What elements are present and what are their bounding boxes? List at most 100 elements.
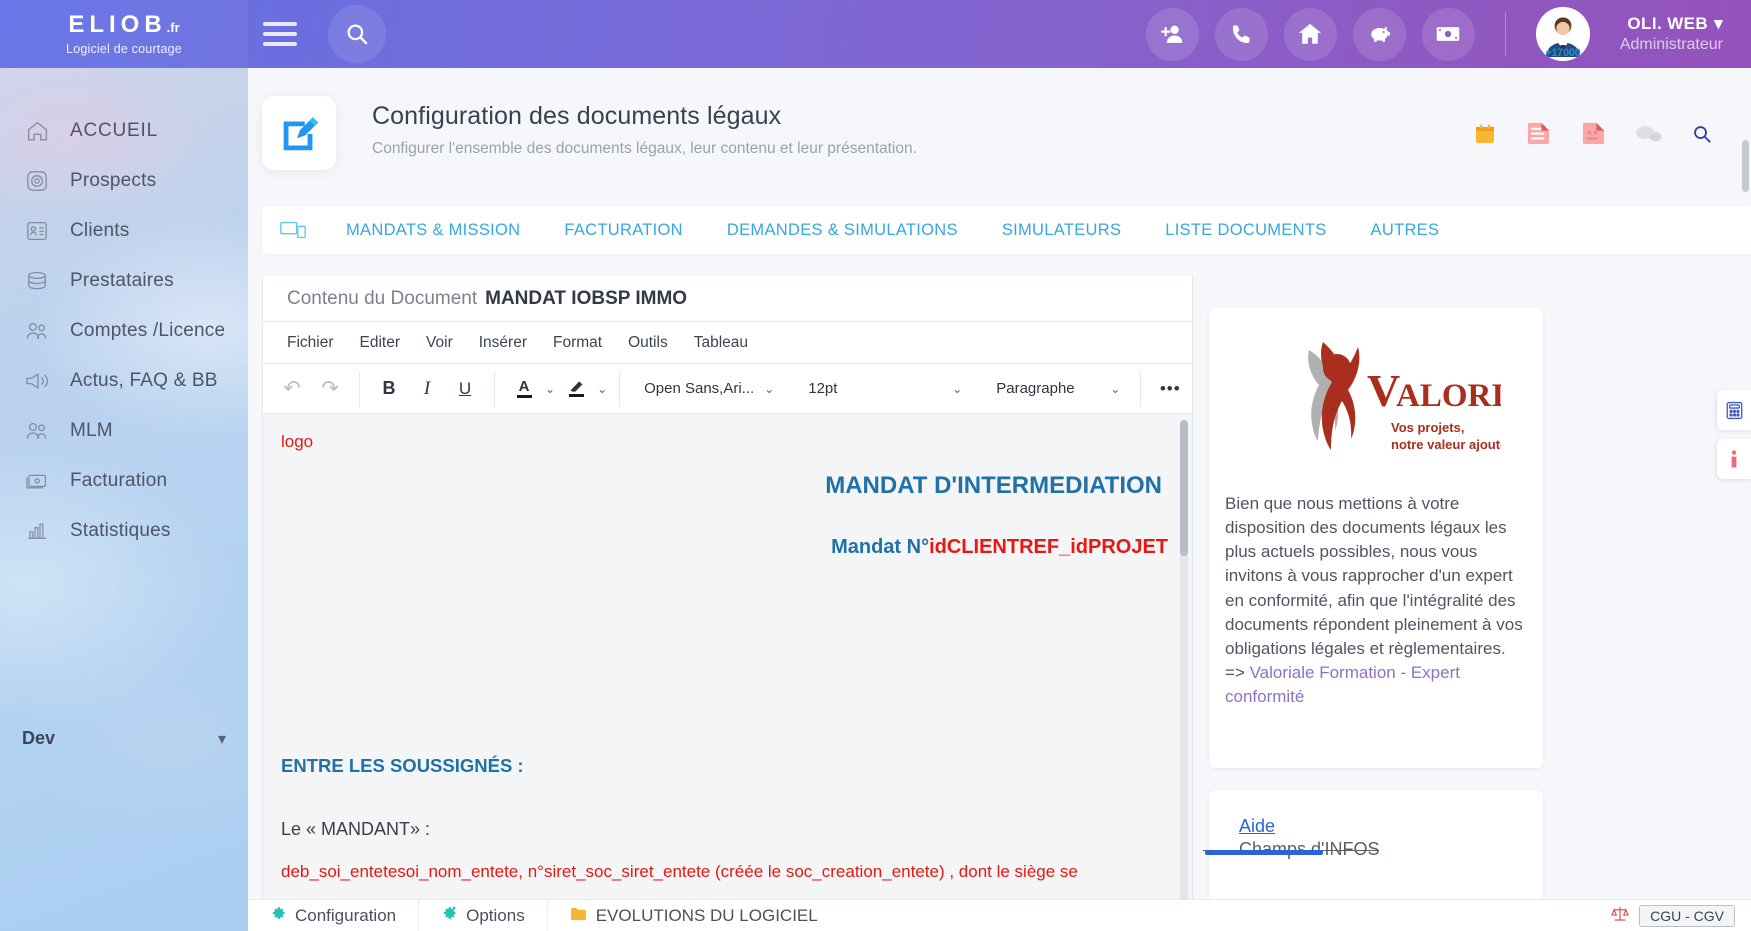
right-rail xyxy=(1717,390,1751,488)
sidebar-item-label: Prospects xyxy=(70,170,157,191)
left-sidebar: ACCUEIL Prospects Clients Prestataires C… xyxy=(0,68,248,931)
chevron-down-icon[interactable]: ⌄ xyxy=(597,382,607,396)
bottom-status-bar: Configuration Options EVOLUTIONS DU LOGI… xyxy=(248,899,1751,931)
notes-icon[interactable] xyxy=(1580,120,1607,152)
toolbar-group-styles: B I U xyxy=(360,370,495,407)
sidebar-item-actus-faq-bb[interactable]: Actus, FAQ & BB xyxy=(0,356,248,406)
info-icon[interactable] xyxy=(1717,439,1751,479)
sidebar-item-clients[interactable]: Clients xyxy=(0,206,248,256)
toolbar-group-font: Open Sans,Ari... ⌄ 12pt ⌄ Paragraphe ⌄ xyxy=(620,370,1142,407)
block-format-select[interactable]: Paragraphe ⌄ xyxy=(988,372,1128,406)
tab-liste-documents[interactable]: LISTE DOCUMENTS xyxy=(1143,221,1348,240)
sidebar-item-facturation[interactable]: Facturation xyxy=(0,456,248,506)
editor-document-name: MANDAT IOBSP IMMO xyxy=(485,287,688,309)
sidebar-item-statistiques[interactable]: Statistiques xyxy=(0,506,248,556)
document-content-area[interactable]: logo MANDAT D'INTERMEDIATION Mandat N°id… xyxy=(263,414,1192,930)
menu-outils[interactable]: Outils xyxy=(628,334,668,352)
document-scrollbar[interactable] xyxy=(1180,420,1188,920)
sidebar-item-label: Statistiques xyxy=(70,520,171,541)
sidebar-section-dev-label: Dev xyxy=(22,728,56,748)
sidebar-nav-list: ACCUEIL Prospects Clients Prestataires C… xyxy=(0,68,248,556)
chevron-down-icon: ⌄ xyxy=(952,381,963,396)
toolbar-group-more: ••• xyxy=(1141,371,1199,407)
devices-icon[interactable] xyxy=(262,218,324,242)
bottom-item-label: EVOLUTIONS DU LOGICIEL xyxy=(595,905,818,925)
avatar[interactable]: +17000 xyxy=(1535,7,1590,61)
sidebar-section-dev[interactable]: Dev ▾ xyxy=(0,728,248,749)
tab-bar: MANDATS & MISSION FACTURATION DEMANDES &… xyxy=(262,206,1751,254)
id-card-icon xyxy=(22,217,52,245)
hamburger-menu-icon[interactable] xyxy=(252,22,308,46)
bottom-item-options[interactable]: Options xyxy=(419,900,548,931)
piggy-bank-icon[interactable] xyxy=(1352,7,1406,61)
user-menu[interactable]: OLI. WEB ▾ Administrateur xyxy=(1620,14,1723,54)
home-icon xyxy=(22,117,52,145)
bottom-item-evolutions[interactable]: EVOLUTIONS DU LOGICIEL xyxy=(548,900,840,931)
tab-mandats-mission[interactable]: MANDATS & MISSION xyxy=(324,221,542,240)
menu-tableau[interactable]: Tableau xyxy=(694,334,748,352)
font-family-select[interactable]: Open Sans,Ari... ⌄ xyxy=(636,372,782,406)
valoriale-formation-link[interactable]: Valoriale Formation - Expert conformité xyxy=(1225,663,1460,706)
editor-panel-label: Contenu du Document xyxy=(287,287,478,309)
page-title: Configuration des documents légaux xyxy=(372,102,782,130)
document-editor-panel: Contenu du Document MANDAT IOBSP IMMO Fi… xyxy=(262,276,1193,931)
menu-format[interactable]: Format xyxy=(553,334,602,352)
undo-icon[interactable]: ↶ xyxy=(275,372,309,406)
search-icon[interactable] xyxy=(328,5,386,63)
tasks-icon[interactable] xyxy=(1525,120,1552,152)
scales-icon xyxy=(1611,905,1630,927)
phone-icon[interactable] xyxy=(1214,7,1268,61)
add-user-icon[interactable] xyxy=(1145,7,1199,61)
tab-facturation[interactable]: FACTURATION xyxy=(542,221,705,240)
toolbar-group-history: ↶ ↷ xyxy=(263,370,360,407)
link-prefix: => xyxy=(1225,662,1250,682)
sidebar-item-comptes-licence[interactable]: Comptes /Licence xyxy=(0,306,248,356)
chevron-down-icon: ⌄ xyxy=(764,381,775,396)
cgu-cgv-chip[interactable]: CGU - CGV xyxy=(1639,904,1735,927)
brand-title: ELIOB.fr xyxy=(68,10,180,38)
calculator-icon[interactable] xyxy=(1717,390,1751,430)
menu-fichier[interactable]: Fichier xyxy=(287,334,334,352)
underline-button[interactable]: U xyxy=(448,372,482,406)
sidebar-item-mlm[interactable]: MLM xyxy=(0,406,248,456)
sidebar-item-label: Clients xyxy=(70,220,130,241)
redo-icon[interactable]: ↷ xyxy=(313,372,347,406)
page-header: Configuration des documents légaux Confi… xyxy=(248,68,1751,170)
more-options-icon[interactable]: ••• xyxy=(1153,372,1187,406)
menu-inserer[interactable]: Insérer xyxy=(479,334,527,352)
document-mandat-label: Mandat N° xyxy=(831,536,930,558)
text-color-icon[interactable]: A xyxy=(507,372,541,406)
sidebar-item-prospects[interactable]: Prospects xyxy=(0,156,248,206)
sidebar-item-prestataires[interactable]: Prestataires xyxy=(0,256,248,306)
menu-voir[interactable]: Voir xyxy=(426,334,453,352)
bottom-item-configuration[interactable]: Configuration xyxy=(248,900,420,931)
brand-logo[interactable]: ELIOB.fr Logiciel de courtage xyxy=(0,0,248,68)
document-logo-placeholder: logo xyxy=(281,432,314,451)
svg-text:Vos projets,: Vos projets, xyxy=(1391,420,1464,435)
highlight-color-icon[interactable] xyxy=(559,372,593,406)
champs-infos-label[interactable]: Champs d'INFOS xyxy=(1202,839,1380,860)
tab-autres[interactable]: AUTRES xyxy=(1349,221,1462,240)
menu-editer[interactable]: Editer xyxy=(360,334,401,352)
bold-button[interactable]: B xyxy=(372,372,406,406)
valoriale-logo: V ALORIALE Vos projets, notre valeur ajo… xyxy=(1225,326,1527,476)
chat-bubble-icon[interactable] xyxy=(1635,123,1663,150)
aide-link[interactable]: Aide xyxy=(1239,816,1275,837)
aide-card: Aide Champs d'INFOS xyxy=(1202,790,1543,910)
sidebar-item-accueil[interactable]: ACCUEIL xyxy=(0,106,248,156)
megaphone-icon xyxy=(22,367,52,395)
target-icon xyxy=(22,167,52,195)
sidebar-item-label: Prestataires xyxy=(70,270,174,291)
top-header-bar: ELIOB.fr Logiciel de courtage +17000 OLI… xyxy=(0,0,1751,68)
tab-simulateurs[interactable]: SIMULATEURS xyxy=(980,221,1143,240)
main-scrollbar[interactable] xyxy=(1742,140,1749,192)
sidebar-item-label: Comptes /Licence xyxy=(70,320,226,341)
search-icon[interactable] xyxy=(1691,123,1713,150)
banknote-icon[interactable] xyxy=(1421,7,1475,61)
chevron-down-icon[interactable]: ⌄ xyxy=(545,382,555,396)
calendar-icon[interactable] xyxy=(1473,122,1497,151)
font-size-select[interactable]: 12pt ⌄ xyxy=(800,372,970,406)
home-icon[interactable] xyxy=(1283,7,1337,61)
italic-button[interactable]: I xyxy=(410,372,444,406)
tab-demandes-simulations[interactable]: DEMANDES & SIMULATIONS xyxy=(705,221,980,240)
